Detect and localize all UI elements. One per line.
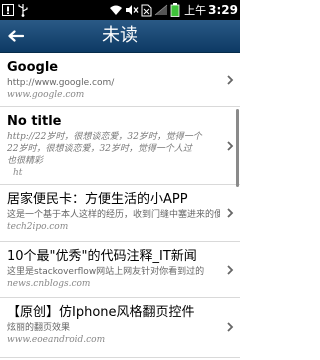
feed-item[interactable]: No title http://22岁时，很想谈恋爱，32岁时，觉得一个 22岁… xyxy=(0,107,240,185)
chevron-right-icon xyxy=(227,141,234,151)
feed-item-title: 【原创】仿Iphone风格翻页控件 xyxy=(7,305,195,320)
feed-item-title: 10个最"优秀"的代码注释_IT新闻 xyxy=(7,249,197,264)
no-sim-icon xyxy=(141,4,152,17)
chevron-right-icon xyxy=(227,265,234,275)
feed-item-title: 居家便民卡：方便生活的小APP xyxy=(7,192,188,207)
back-button[interactable] xyxy=(6,26,26,46)
feed-item[interactable]: 【原创】仿Iphone风格翻页控件 炫丽的翻页效果 www.eoeandroid… xyxy=(0,298,240,358)
feed-item-url: tech2ipo.com xyxy=(7,222,69,232)
page-title: 未读 xyxy=(102,25,138,46)
usb-icon xyxy=(17,3,29,17)
title-bar: 未读 xyxy=(0,20,240,53)
feed-list[interactable]: Google http://www.google.com/ www.google… xyxy=(0,53,240,360)
feed-item-title: Google xyxy=(7,60,59,75)
battery-icon xyxy=(170,3,180,17)
status-time: 3:29 xyxy=(208,3,238,17)
feed-item-description: 22岁时，很想谈恋爱，32岁时，觉得一个人过 xyxy=(7,144,192,154)
scrollbar[interactable] xyxy=(236,109,239,187)
status-ampm: 上午 xyxy=(184,4,207,17)
feed-item[interactable]: Google http://www.google.com/ www.google… xyxy=(0,53,240,107)
wifi-icon xyxy=(109,4,123,16)
feed-item-description: http://www.google.com/ xyxy=(7,78,115,88)
feed-item-url: news.cnblogs.com xyxy=(7,279,91,289)
back-arrow-icon xyxy=(8,27,25,46)
mute-icon xyxy=(125,4,139,16)
feed-item-url: ht xyxy=(13,168,23,178)
chevron-right-icon xyxy=(227,322,234,332)
feed-item-url: www.google.com xyxy=(7,90,85,100)
feed-item[interactable]: 居家便民卡：方便生活的小APP 这是一个基于本人这样的经历，收到门缝中塞进来的便… xyxy=(0,185,240,242)
feed-item-description: http://22岁时，很想谈恋爱，32岁时，觉得一个 xyxy=(7,132,202,142)
feed-item-description: 也很精彩 xyxy=(7,156,44,166)
feed-item-description: 炫丽的翻页效果 xyxy=(7,323,71,333)
feed-item-url: www.eoeandroid.com xyxy=(7,335,106,345)
feed-item-description: 这是一个基于本人这样的经历，收到门缝中塞进来的便民 xyxy=(7,210,220,220)
feed-item-title: No title xyxy=(7,114,62,129)
chevron-right-icon xyxy=(227,75,234,85)
chevron-right-icon xyxy=(227,208,234,218)
signal-icon xyxy=(154,4,168,16)
alert-icon xyxy=(2,4,14,16)
feed-item-description: 这里是stackoverflow网站上网友针对你看到过的 xyxy=(7,267,205,277)
feed-item[interactable]: 10个最"优秀"的代码注释_IT新闻 这里是stackoverflow网站上网友… xyxy=(0,242,240,298)
status-bar: 上午 3:29 xyxy=(0,0,240,20)
